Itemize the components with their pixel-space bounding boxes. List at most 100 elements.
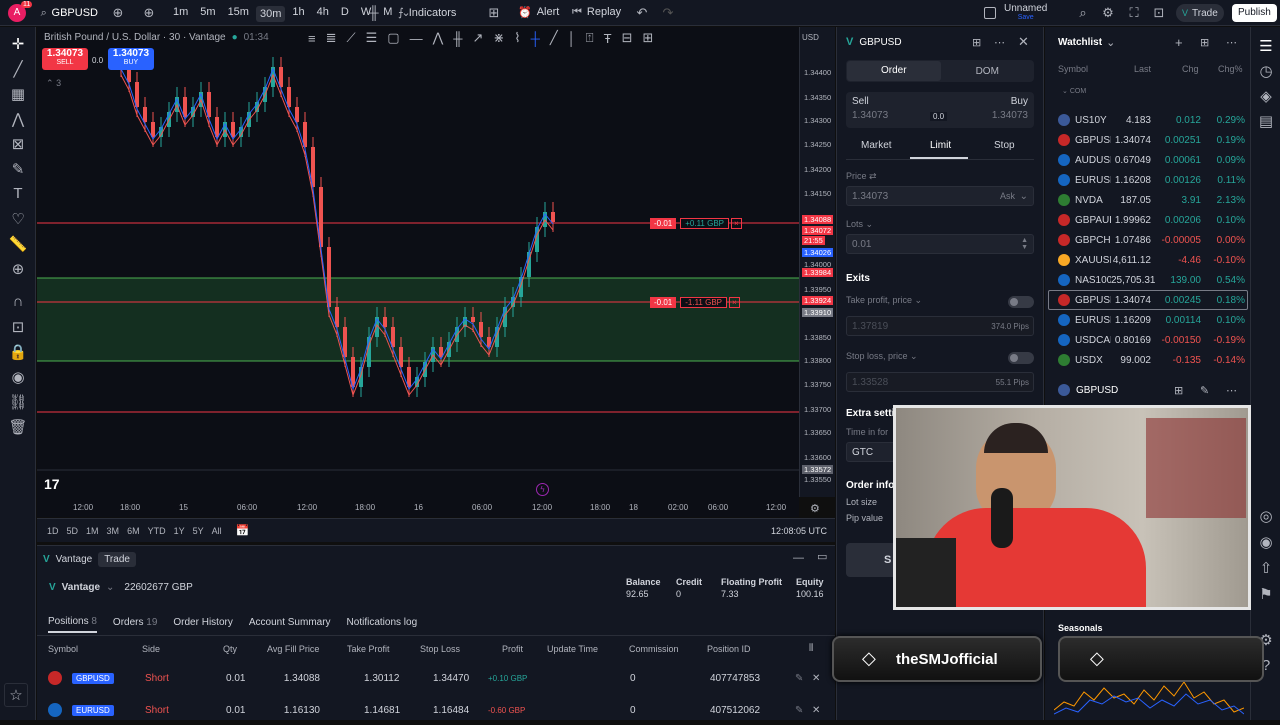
horizontal-ray-icon[interactable]: ⟋	[347, 30, 356, 46]
publish-button[interactable]: Publish	[1232, 4, 1277, 22]
col-header[interactable]: Take Profit	[347, 644, 390, 654]
tab-account-summary[interactable]: Account Summary	[249, 617, 331, 632]
interval-D[interactable]: D	[336, 6, 354, 22]
rectangle-icon[interactable]: ▢	[387, 30, 399, 46]
undo-icon[interactable]: ↶	[634, 5, 650, 21]
stepper-icon[interactable]: ▲ ▼	[1021, 237, 1028, 251]
position-take-profit[interactable]: 1.30112	[364, 673, 399, 684]
arrow-tool-icon[interactable]: ╱	[550, 30, 558, 46]
lock-drawing-icon[interactable]: ⊡	[0, 314, 36, 339]
tab-orders[interactable]: Orders 19	[113, 617, 157, 632]
fullscreen-icon[interactable]: ⛶	[1126, 5, 1142, 21]
link-icon[interactable]: ⛓	[0, 389, 36, 414]
take-profit-label[interactable]: Take profit, price ⌄	[846, 295, 922, 306]
rocket-icon[interactable]: ⇧	[1251, 555, 1280, 580]
indicators-button[interactable]: ⨍ Indicators	[398, 6, 456, 20]
col-header[interactable]: Qty	[223, 644, 237, 654]
watchlist-row[interactable]: EURUSD1.16209 0.00114 0.10%	[1048, 310, 1248, 330]
interval-30m[interactable]: 30m	[255, 6, 286, 22]
interval-4h[interactable]: 4h	[312, 6, 334, 22]
table-icon[interactable]: ⊞	[642, 30, 653, 46]
ruler-icon[interactable]: 📏	[0, 231, 36, 256]
symbol-search[interactable]: ⌕ GBPUSD	[36, 4, 98, 22]
position-take-profit[interactable]: 1.14681	[364, 705, 400, 716]
range-ytd[interactable]: YTD	[148, 526, 166, 536]
range-3m[interactable]: 3M	[107, 526, 120, 536]
watchlist-row[interactable]: GBPCHF1.07486 -0.00005 0.00%	[1048, 230, 1248, 250]
order-line-2[interactable]: -0.01 -1.11 GBP ×	[650, 297, 740, 308]
layout-icon[interactable]: ⊞	[972, 36, 981, 49]
close-icon[interactable]: ×	[731, 218, 742, 229]
target-icon[interactable]: ◎	[1251, 503, 1280, 528]
text-tool-icon[interactable]: Ŧ	[604, 31, 612, 46]
position-symbol[interactable]: GBPUSD	[72, 672, 114, 684]
minimize-icon[interactable]: —	[793, 552, 804, 564]
interval-15m[interactable]: 15m	[223, 6, 254, 22]
close-icon[interactable]: ✕	[812, 705, 820, 716]
line-icon[interactable]: —	[410, 31, 423, 46]
buy-button[interactable]: Buy 1.34073	[992, 96, 1028, 121]
magnet-icon[interactable]: ∩	[0, 289, 36, 314]
compare-icon[interactable]: ⊕	[110, 5, 126, 21]
more-icon[interactable]: ⋯	[1226, 384, 1237, 397]
time-axis[interactable]: 12:00 18:00 15 06:00 12:00 18:00 16 06:00 12:00 1…	[37, 497, 799, 517]
fib-icon[interactable]: ▦	[0, 81, 36, 106]
layout-checkbox-icon[interactable]	[984, 7, 996, 19]
tab-order-history[interactable]: Order History	[173, 617, 232, 632]
channel-icon[interactable]: ≣	[326, 30, 337, 46]
col-header[interactable]: Side	[142, 644, 160, 654]
candlestick-chart[interactable]	[37, 27, 799, 497]
trade-button[interactable]: V Trade	[1176, 4, 1224, 22]
account-selector[interactable]: V Vantage ⌄ 22602677 GBP	[49, 582, 193, 593]
ideas-icon[interactable]: ◉	[1251, 529, 1280, 554]
col-header[interactable]: Profit	[502, 644, 523, 654]
chevron-down-icon[interactable]: ⌄	[866, 219, 874, 229]
col-header[interactable]: Avg Fill Price	[267, 644, 319, 654]
take-profit-toggle[interactable]	[1008, 296, 1034, 308]
currency-label[interactable]: USD	[802, 33, 819, 42]
lock-icon[interactable]: 🔒	[0, 339, 36, 364]
zoom-in-icon[interactable]: ⊕	[0, 256, 36, 281]
sell-button[interactable]: Sell 1.34073	[852, 96, 888, 121]
position-stop-loss[interactable]: 1.34470	[433, 673, 469, 684]
star-icon[interactable]: ☆	[4, 683, 28, 707]
layout-name[interactable]: Unnamed Save	[1004, 3, 1047, 21]
layers-icon[interactable]: ◈	[1251, 83, 1280, 108]
pitchfork-icon[interactable]: ╫	[453, 31, 462, 46]
templates-icon[interactable]: ⊞	[486, 5, 502, 21]
watchlist-row[interactable]: NVDA 187.05 3.91 2.13%	[1048, 190, 1248, 210]
broker-tab[interactable]: Vantage	[56, 554, 93, 565]
tab-stop[interactable]: Stop	[994, 140, 1015, 151]
position-symbol[interactable]: EURUSD	[72, 704, 114, 716]
text-icon[interactable]: T	[0, 181, 36, 206]
chevron-down-icon[interactable]: ⌄	[1106, 36, 1115, 49]
eye-icon[interactable]: ◉	[0, 364, 36, 389]
position-stop-loss[interactable]: 1.16484	[433, 705, 469, 716]
range-1m[interactable]: 1M	[86, 526, 99, 536]
more-icon[interactable]: ⋯	[994, 36, 1005, 49]
measure-icon[interactable]: ⊟	[622, 30, 633, 46]
range-5y[interactable]: 5Y	[193, 526, 204, 536]
trend-line-icon[interactable]: ╱	[0, 56, 36, 81]
tab-market[interactable]: Market	[861, 140, 892, 151]
watchlist-row[interactable]: EURUSD1.16208 0.00126 0.11%	[1048, 170, 1248, 190]
range-5d[interactable]: 5D	[67, 526, 79, 536]
range-1y[interactable]: 1Y	[174, 526, 185, 536]
sell-box[interactable]: 1.34073 SELL	[42, 48, 88, 70]
stop-loss-toggle[interactable]	[1008, 352, 1034, 364]
col-header[interactable]: Symbol	[48, 644, 78, 654]
legend-collapse[interactable]: ⌃ 3	[46, 78, 61, 89]
take-profit-input[interactable]: 1.37819 374.0 Pips	[846, 316, 1034, 336]
vertical-line-icon[interactable]: │	[568, 31, 576, 46]
news-icon[interactable]: ⚑	[1251, 581, 1280, 606]
horizontal-line-icon[interactable]: ☰	[366, 30, 378, 46]
col-chg[interactable]: Chg	[1182, 64, 1199, 74]
alert-button[interactable]: ⏰ Alert	[518, 6, 559, 19]
price-input-suffix[interactable]: Ask	[1000, 191, 1015, 201]
gann-icon[interactable]: ⋇	[493, 30, 504, 46]
detail-layout-icon[interactable]: ⊞	[1174, 384, 1183, 397]
long-position-icon[interactable]: ⍐	[586, 30, 594, 46]
watchlist-row[interactable]: USDCAD0.80169 -0.00150 -0.19%	[1048, 330, 1248, 350]
pattern-icon[interactable]: ⋀	[0, 106, 36, 131]
columns-settings-icon[interactable]: ⫴	[809, 643, 813, 654]
